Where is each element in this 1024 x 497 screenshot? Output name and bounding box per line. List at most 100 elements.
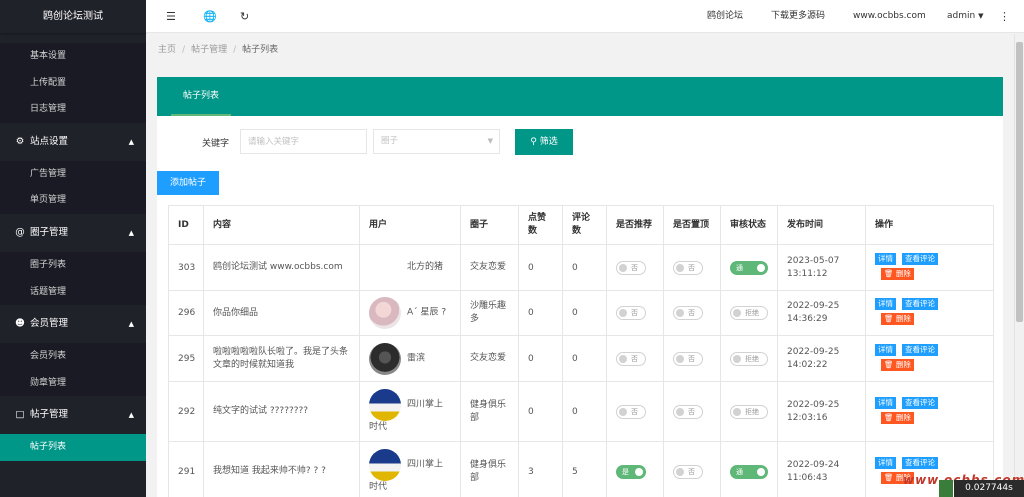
breadcrumb-home[interactable]: 主页 [158, 45, 176, 55]
sidebar-group-member-management[interactable]: ☻ 会员管理 ▲ [0, 305, 146, 344]
col-comments: 评论数 [562, 205, 607, 245]
vertical-scrollbar[interactable] [1014, 34, 1024, 497]
sidebar-group-post-management[interactable]: □ 帖子管理 ▲ [0, 396, 146, 435]
cell-review: 拒绝 [720, 335, 778, 382]
cell-user: A´ 星辰 ? [359, 290, 461, 336]
recommend-toggle[interactable]: 否 [616, 260, 646, 275]
sidebar-item-member-list[interactable]: 会员列表 [0, 343, 146, 370]
sidebar-item-upload-config[interactable]: 上传配置 [0, 70, 146, 97]
review-toggle[interactable]: 拒绝 [730, 306, 768, 320]
cell-comments: 0 [562, 335, 607, 382]
trash-icon: 🗑 [884, 268, 894, 278]
cell-likes: 3 [518, 441, 563, 497]
avatar [369, 388, 401, 421]
view-comments-button[interactable]: 查看评论 [902, 456, 938, 469]
filter-button[interactable]: ⚲ 筛选 [515, 129, 573, 155]
sidebar-item-topic-management[interactable]: 话题管理 [0, 279, 146, 306]
breadcrumb: 主页 / 帖子管理 / 帖子列表 [146, 34, 1014, 66]
cell-user: 四川掌上时代 [359, 441, 461, 497]
chevron-down-icon: ▼ [487, 137, 493, 145]
header-link-download[interactable]: 下载更多源码 [771, 0, 825, 33]
posts-table: ID 内容 用户 圈子 点赞数 评论数 是否推荐 是否置顶 审核状态 发布时间 … [168, 205, 994, 497]
top-toggle[interactable]: 否 [673, 260, 703, 275]
sidebar-item-page-management[interactable]: 单页管理 [0, 187, 146, 214]
delete-button[interactable]: 🗑 删除 [881, 267, 914, 280]
avatar [369, 297, 401, 329]
sidebar-item-basic-settings[interactable]: 基本设置 [0, 43, 146, 70]
col-top: 是否置顶 [663, 205, 721, 245]
review-toggle[interactable]: 拒绝 [730, 351, 768, 366]
sidebar-group-site-settings[interactable]: ⚙ 站点设置 ▲ [0, 122, 146, 161]
recommend-toggle[interactable]: 是 [616, 464, 646, 479]
header-link-website[interactable]: www.ocbbs.com [853, 0, 926, 33]
view-comments-button[interactable]: 查看评论 [902, 298, 938, 310]
sidebar-item-circle-list[interactable]: 圈子列表 [0, 252, 146, 279]
cell-likes: 0 [518, 335, 563, 382]
cell-review: 通 [720, 441, 778, 497]
breadcrumb-post-management[interactable]: 帖子管理 [191, 45, 227, 55]
add-post-button[interactable]: 添加帖子 [157, 171, 219, 195]
sidebar-group-circle-management[interactable]: @ 圈子管理 ▲ [0, 213, 146, 252]
cell-date: 2023-05-07 13:11:12 [777, 244, 866, 291]
sidebar-site-submenu: 广告管理 单页管理 [0, 160, 146, 214]
debug-icon [939, 480, 953, 497]
recommend-toggle[interactable]: 否 [616, 351, 646, 366]
sidebar-item-medal-management[interactable]: 勋章管理 [0, 370, 146, 397]
tab-post-list[interactable]: 帖子列表 [171, 77, 232, 116]
sidebar-item-log-management[interactable]: 日志管理 [0, 96, 146, 123]
globe-icon[interactable]: 🌐 [203, 0, 217, 33]
sidebar-item-ad-management[interactable]: 广告管理 [0, 161, 146, 188]
sidebar-item-post-list[interactable]: 帖子列表 [0, 434, 146, 461]
detail-button[interactable]: 详情 [875, 396, 896, 409]
view-comments-button[interactable]: 查看评论 [902, 396, 938, 409]
detail-button[interactable]: 详情 [875, 298, 896, 310]
caret-down-icon: ▼ [978, 12, 984, 20]
cart-icon: □ [15, 409, 25, 421]
view-comments-button[interactable]: 查看评论 [902, 252, 938, 265]
cell-top: 否 [663, 290, 721, 336]
caret-up-icon: ▲ [128, 137, 134, 146]
cell-circle: 健身俱乐部 [460, 381, 519, 442]
delete-button[interactable]: 🗑 删除 [881, 358, 914, 371]
refresh-icon[interactable]: ↻ [240, 0, 249, 33]
recommend-toggle[interactable]: 否 [616, 306, 646, 320]
cell-review: 拒绝 [720, 381, 778, 442]
col-id: ID [168, 205, 204, 245]
cell-date: 2022-09-25 14:36:29 [777, 290, 866, 336]
header-link-forum[interactable]: 鸥创论坛 [707, 0, 743, 33]
review-toggle[interactable]: 通 [730, 464, 768, 479]
user-icon: ☻ [15, 318, 25, 330]
detail-button[interactable]: 详情 [875, 343, 896, 356]
circle-select[interactable]: 圈子 ▼ [373, 129, 500, 154]
scrollbar-thumb[interactable] [1016, 42, 1023, 322]
keyword-input[interactable] [240, 129, 367, 154]
recommend-toggle[interactable]: 否 [616, 404, 646, 419]
detail-button[interactable]: 详情 [875, 252, 896, 265]
at-icon: @ [15, 226, 25, 238]
top-toggle[interactable]: 否 [673, 464, 703, 479]
more-vertical-icon[interactable]: ⋮ [999, 0, 1010, 33]
cell-actions: 详情 查看评论 🗑 删除 [865, 290, 994, 336]
sidebar-circle-submenu: 圈子列表 话题管理 [0, 251, 146, 306]
detail-button[interactable]: 详情 [875, 456, 896, 469]
top-toggle[interactable]: 否 [673, 404, 703, 419]
user-name: 雷滨 [407, 353, 426, 363]
cell-id: 296 [168, 290, 204, 336]
top-toggle[interactable]: 否 [673, 351, 703, 366]
delete-button[interactable]: 🗑 删除 [881, 313, 914, 325]
sidebar-group-label: 站点设置 [30, 135, 69, 147]
post-date: 2022-09-25 [787, 399, 840, 410]
review-toggle[interactable]: 通 [730, 260, 768, 275]
user-name: A´ 星辰 ? [407, 307, 447, 318]
user-menu[interactable]: admin ▼ [947, 0, 983, 33]
top-header: ☰ 🌐 ↻ 鸥创论坛 下载更多源码 www.ocbbs.com admin ▼ … [146, 0, 1024, 33]
cell-id: 291 [168, 441, 204, 497]
delete-button[interactable]: 🗑 删除 [881, 411, 914, 424]
top-toggle[interactable]: 否 [673, 306, 703, 320]
menu-toggle-icon[interactable]: ☰ [166, 0, 176, 33]
review-toggle[interactable]: 拒绝 [730, 404, 768, 419]
caret-up-icon: ▲ [128, 228, 134, 237]
cell-user: 四川掌上时代 [359, 381, 461, 442]
cell-likes: 0 [518, 244, 563, 291]
view-comments-button[interactable]: 查看评论 [902, 343, 938, 356]
